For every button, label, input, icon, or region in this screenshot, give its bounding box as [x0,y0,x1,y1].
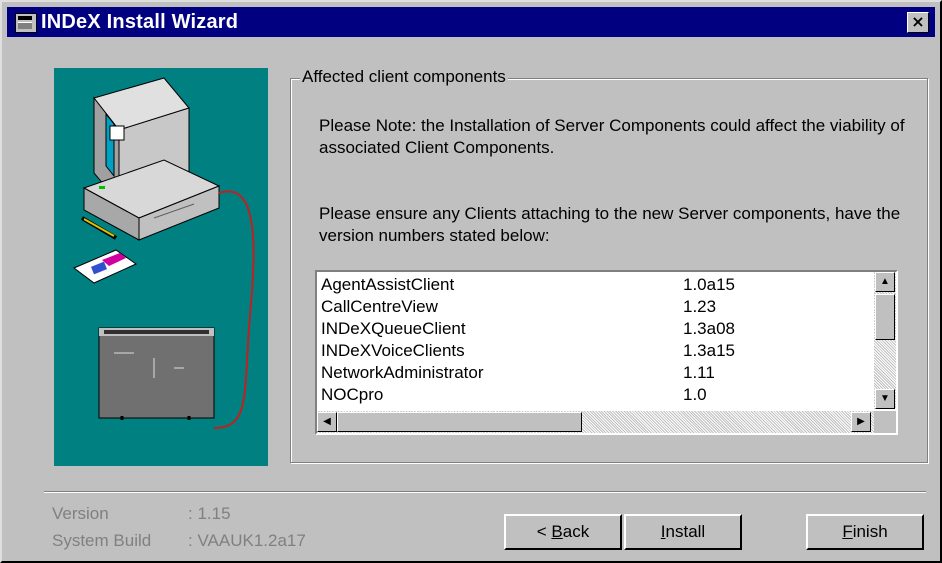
build-label: System Build [52,531,152,550]
component-name: AgentAssistClient [321,275,455,294]
component-name: NOCpro [321,385,384,404]
close-icon: × [911,12,925,31]
back-button-label: ack [562,522,590,541]
install-wizard-window: INDeX Install Wizard × Affected client c… [0,0,942,563]
scroll-left-button[interactable]: ◀ [317,412,337,432]
version-instruction: Please ensure any Clients attaching to t… [319,204,901,245]
scroll-corner [874,411,896,433]
window-title: INDeX Install Wizard [41,11,239,33]
list-item[interactable]: NOCpro 1.0 [321,384,861,408]
version-value: : 1.15 [188,504,231,523]
list-item[interactable]: AgentAssistClient 1.0a15 [321,274,861,298]
component-name: NetworkAdministrator [321,363,484,382]
component-version: 1.0a15 [683,275,735,294]
list-item[interactable]: INDeXVoiceClients 1.3a15 [321,340,861,364]
component-name: CallCentreView [321,297,438,316]
list-item[interactable]: CallCentreView 1.23 [321,296,861,320]
finish-button[interactable]: Finish [806,514,924,550]
computer-illustration [73,77,255,429]
component-version: 1.3a15 [683,341,735,360]
finish-mnemonic: F [842,522,853,541]
scroll-up-button[interactable]: ▲ [875,272,895,292]
installation-note: Please Note: the Installation of Server … [319,116,905,157]
install-button-label: nstall [665,522,706,541]
horizontal-scroll-thumb[interactable] [337,412,582,432]
install-button[interactable]: Install [624,514,742,550]
component-name: INDeXQueueClient [321,319,466,338]
arrow-left-icon: ◀ [323,416,331,427]
app-window-icon [15,13,37,33]
build-value: : VAAUK1.2a17 [188,531,306,550]
wizard-illustration [54,68,268,466]
arrow-up-icon: ▲ [880,276,890,287]
back-button[interactable]: < Back [504,514,622,550]
component-version: 1.11 [683,363,715,382]
arrow-right-icon: ▶ [857,416,865,427]
back-mnemonic: B [551,522,563,541]
footer-separator [44,491,926,493]
vertical-scrollbar[interactable]: ▲ ▼ [874,272,896,409]
scroll-right-button[interactable]: ▶ [851,412,871,432]
list-item[interactable]: INDeXQueueClient 1.3a08 [321,318,861,342]
version-label: Version [52,504,109,523]
vertical-scroll-thumb[interactable] [875,294,895,340]
group-label: Affected client components [300,67,508,87]
close-button[interactable]: × [907,12,929,33]
list-item[interactable]: NetworkAdministrator 1.11 [321,362,861,386]
arrow-down-icon: ▼ [880,393,890,404]
scroll-down-button[interactable]: ▼ [875,389,895,409]
components-list[interactable]: AgentAssistClient 1.0a15 CallCentreView … [315,270,898,435]
component-version: 1.0 [683,385,707,404]
component-version: 1.23 [683,297,717,316]
component-name: INDeXVoiceClients [321,341,465,360]
back-button-prefix: < [536,522,552,541]
finish-button-label: inish [852,522,888,541]
title-bar[interactable]: INDeX Install Wizard × [7,7,935,37]
component-version: 1.3a08 [683,319,735,338]
horizontal-scrollbar[interactable]: ◀ ▶ [317,411,874,433]
